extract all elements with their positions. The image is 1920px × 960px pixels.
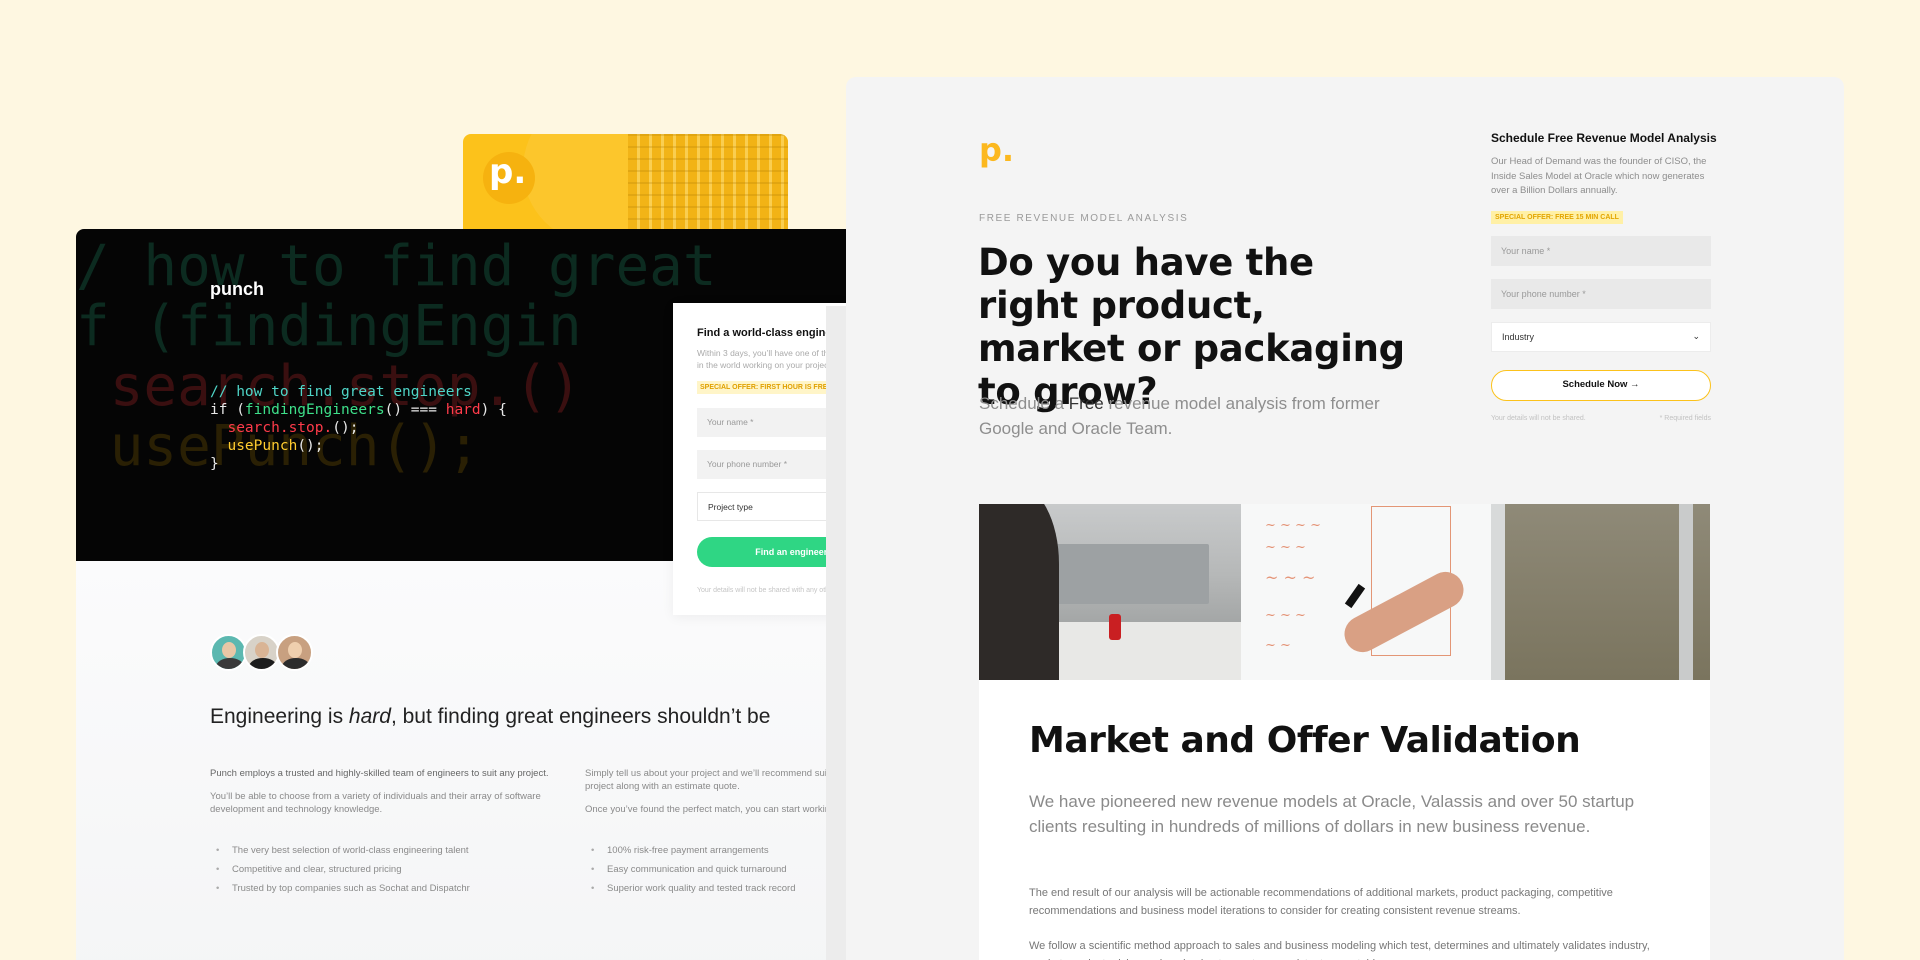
yellow-card-logo: p. [489,152,527,192]
section-paragraph: We follow a scientific method approach t… [1029,940,1650,960]
special-offer-badge: SPECIAL OFFER: FREE 15 MIN CALL [1491,210,1623,224]
list-item: 100% risk-free payment arrangements [585,844,846,857]
code-end: (); [297,438,324,454]
headline-emphasis: hard [348,705,391,728]
form-title: Schedule Free Revenue Model Analysis [1491,131,1717,145]
privacy-note: Your details will not be shared. [1491,414,1586,422]
code-if: if ( [210,402,245,418]
list-item: Easy communication and quick turnaround [585,863,846,876]
code-fn: findingEngineers [244,402,385,418]
brand-logo[interactable]: p. [979,131,1014,169]
list-item: Trusted by top companies such as Sochat … [210,882,550,895]
form-footer: Your details will not be shared. * Requir… [1491,415,1711,422]
benefit-list: The very best selection of world-class e… [210,844,550,895]
headline-text: Engineering is [210,705,349,728]
punch-logo[interactable]: punch [210,279,264,300]
photo-frame [1679,504,1693,680]
page-subtitle: Schedule a Free revenue model analysis f… [979,391,1429,441]
avatar [243,634,280,671]
code-search: search.stop. [227,420,333,436]
list-item: Competitive and clear, structured pricin… [210,863,550,876]
engineer-avatars [210,634,313,671]
column-paragraph: Simply tell us about your project and we… [585,768,846,792]
form-description: Our Head of Demand was the founder of CI… [1491,156,1707,196]
column-paragraph: You’ll be able to choose from a variety … [210,791,541,815]
punch-column-1: Punch employs a trusted and highly-skill… [210,767,550,901]
whiteboard-scribble: ~ ~ ~ [1265,608,1306,623]
page-title: Do you have the right product, market or… [978,241,1405,413]
subtitle-free: Free [1068,394,1104,413]
required-note: * Required fields [1659,414,1711,422]
bg-code-line: f (findingEngin [76,294,582,359]
code-end: ) { [480,402,507,418]
headline-text: , but finding great engineers shouldn’t … [390,705,771,728]
bg-code-line: / how to find great [76,234,717,299]
list-item: Superior work quality and tested track r… [585,882,846,895]
section-title: Market and Offer Validation [1029,720,1581,761]
eyebrow-label: FREE REVENUE MODEL ANALYSIS [979,213,1189,224]
whiteboard-scribble: ~ ~ [1265,638,1291,653]
column-paragraph: Once you’ve found the perfect match, you… [585,804,846,815]
code-end: (); [332,420,359,436]
whiteboard-scribble: ~ ~ ~ ~ [1265,518,1321,533]
phone-input[interactable]: Your phone number * [1491,278,1711,309]
industry-select[interactable]: Industry ⌄ [1491,321,1711,352]
list-item: The very best selection of world-class e… [210,844,550,857]
section-lead: We have pioneered new revenue models at … [1029,792,1635,836]
schedule-now-button[interactable]: Schedule Now → [1491,369,1711,401]
benefit-list: 100% risk-free payment arrangements Easy… [585,844,846,895]
code-usepunch: usePunch [227,438,298,454]
chevron-down-icon: ⌄ [1692,330,1700,341]
whiteboard-scribble: ~ ~ ~ [1265,540,1306,555]
photo-shelf [1049,544,1209,604]
validation-section: Market and Offer Validation We have pion… [979,680,1710,960]
page-divider [826,306,846,960]
revenue-page: p. FREE REVENUE MODEL ANALYSIS Do you ha… [846,77,1844,960]
special-offer-badge: SPECIAL OFFER: FIRST HOUR IS FREE! [697,381,838,394]
form-desc-line: Within 3 days, you’ll have one of the [697,348,834,358]
code-hard: hard [445,402,481,418]
code-close: } [210,456,219,472]
punch-headline: Engineering is hard, but finding great e… [210,705,770,729]
whiteboard-scribble: ~ ~ ~ [1265,568,1316,587]
code-mid: () === [384,402,446,418]
section-paragraph: The end result of our analysis will be a… [1029,887,1613,917]
name-input[interactable]: Your name * [1491,235,1711,266]
punch-column-2: Simply tell us about your project and we… [585,767,846,901]
photo-can [1109,614,1121,640]
hero-code: // how to find great engineers if (findi… [210,383,507,473]
form-desc-line: in the world working on your project [697,360,831,370]
schedule-form: Schedule Free Revenue Model Analysis Our… [1491,131,1717,422]
select-value: Industry [1502,331,1535,342]
photo-frame [1491,504,1505,680]
avatar [276,634,313,671]
photo-person [979,504,1059,680]
whiteboard-photo: ~ ~ ~ ~ ~ ~ ~ ~ ~ ~ ~ ~ ~ ~ ~ [979,504,1710,680]
avatar [210,634,247,671]
code-comment: // how to find great engineers [210,384,472,400]
subtitle-text: Schedule a [979,394,1069,413]
column-paragraph: Punch employs a trusted and highly-skill… [210,768,549,779]
